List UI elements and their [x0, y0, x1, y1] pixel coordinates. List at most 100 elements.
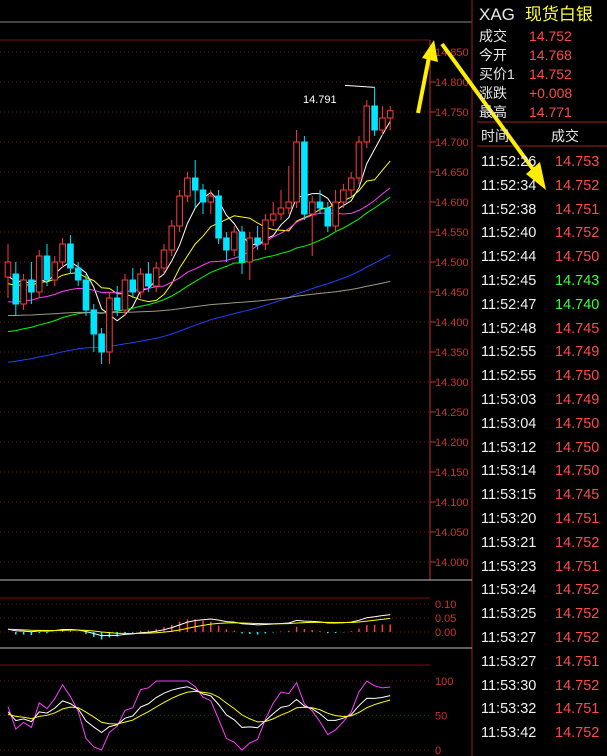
ma60-line [7, 254, 391, 363]
tick-price: 14.752 [555, 534, 600, 551]
candle-body [363, 105, 371, 143]
ma10-line [7, 160, 391, 303]
moving-average-lines [7, 121, 391, 363]
tick-time: 11:52:44 [481, 249, 537, 266]
tick-row: 11:53:12 14.750 [481, 436, 605, 460]
candle-body [51, 261, 59, 281]
tick-time: 11:53:42 [481, 725, 537, 742]
candle-body [12, 273, 20, 305]
candle-body [28, 279, 35, 293]
price-tick-label: 14.750 [435, 107, 469, 119]
tick-price: 14.751 [555, 201, 600, 218]
candle-body [316, 201, 324, 209]
tick-row: 11:53:20 14.751 [481, 507, 605, 531]
candle-body [59, 243, 66, 263]
quote-value: 14.768 [529, 47, 572, 63]
price-tick-label: 14.200 [435, 437, 469, 449]
candle-body [308, 201, 316, 215]
tick-price: 14.751 [555, 558, 600, 575]
instrument-name: 现货白银 [524, 5, 593, 24]
tick-row: 11:52:40 14.752 [481, 221, 605, 245]
tick-time: 11:53:25 [481, 606, 537, 623]
candle-body [371, 105, 378, 131]
tick-row: 11:53:30 14.752 [481, 674, 605, 698]
tick-row: 11:53:27 14.751 [481, 650, 605, 674]
price-tick-label: 14.500 [435, 257, 469, 269]
candles [4, 84, 394, 364]
tick-row: 11:52:26 14.753 [481, 150, 605, 174]
candle-body [43, 255, 51, 281]
macd-dea-line [7, 617, 391, 635]
candle-body [355, 141, 363, 179]
tick-time: 11:53:03 [481, 392, 537, 408]
candle-body [207, 195, 215, 203]
tick-time: 11:52:45 [481, 273, 537, 289]
price-tick-label: 14.400 [435, 317, 469, 329]
price-tick-label: 14.150 [435, 467, 469, 479]
tick-row: 11:52:55 14.749 [481, 340, 605, 364]
price-tick-label: 14.000 [435, 557, 469, 569]
tick-time: 11:53:24 [481, 582, 537, 599]
candle-body [238, 231, 246, 263]
candle-body [67, 243, 74, 269]
tick-price: 14.750 [555, 415, 600, 432]
tick-time: 11:53:04 [481, 415, 537, 432]
symbol: XAG [479, 5, 515, 24]
tick-price: 14.752 [555, 725, 600, 742]
quote-label: 成交 [479, 28, 507, 44]
candle-body [184, 177, 191, 197]
candle-body [4, 261, 12, 278]
tick-row: 11:53:03 14.749 [481, 388, 605, 412]
candle-body [106, 297, 113, 353]
kdj-d-line [7, 690, 391, 725]
candle-body [98, 333, 105, 353]
tick-price: 14.750 [555, 368, 600, 385]
quote-value: +0.008 [529, 85, 573, 101]
quote-label: 最高 [479, 104, 507, 120]
high-marker [344, 84, 375, 88]
candle-body [137, 273, 144, 293]
candle-body [301, 141, 308, 215]
candle-body [160, 249, 168, 269]
candle-body [113, 297, 121, 311]
tick-row: 11:53:25 14.752 [481, 602, 605, 626]
tick-price: 14.745 [555, 487, 600, 504]
price-tick-label: 14.600 [435, 197, 469, 209]
candle-body [145, 273, 152, 287]
high-annotation: 14.791 [303, 94, 337, 106]
tick-time: 11:53:32 [481, 701, 537, 718]
candle-body [129, 279, 137, 293]
candle-body [152, 267, 160, 287]
tick-price: 14.750 [555, 463, 600, 480]
candle-body [347, 177, 355, 191]
candle-body [246, 237, 254, 263]
tick-price: 14.752 [555, 225, 600, 242]
price-tick-label: 14.050 [435, 527, 469, 539]
ticks-header: 时间 成交 [481, 126, 605, 146]
candle-body [277, 207, 285, 215]
tick-price: 14.740 [555, 296, 600, 313]
price-tick-label: 14.450 [435, 287, 469, 299]
candle-body [254, 237, 261, 245]
tick-time: 11:53:30 [481, 677, 537, 694]
tick-price: 14.743 [555, 273, 600, 289]
price-tick-label: 14.250 [435, 407, 469, 419]
tick-row: 11:52:48 14.745 [481, 317, 605, 341]
macd-tick-label: 0.10 [435, 599, 456, 611]
candle-body [20, 279, 27, 305]
tick-price: 14.752 [555, 606, 600, 623]
tick-price: 14.752 [555, 677, 600, 694]
ticks-header-time: 时间 [481, 128, 509, 144]
tick-time: 11:52:55 [481, 344, 537, 361]
tick-row: 11:53:23 14.751 [481, 555, 605, 579]
tick-price: 14.750 [555, 439, 600, 456]
candle-body [324, 207, 332, 227]
candle-body [35, 255, 43, 293]
tick-row: 11:53:32 14.751 [481, 697, 605, 721]
candle-body [199, 189, 207, 203]
quote-label: 涨跌 [479, 85, 507, 101]
price-tick-label: 14.700 [435, 137, 469, 149]
kdj-k-line [7, 686, 391, 734]
instrument-title: XAG 现货白银 [479, 4, 593, 26]
tick-time: 11:52:26 [481, 154, 537, 170]
